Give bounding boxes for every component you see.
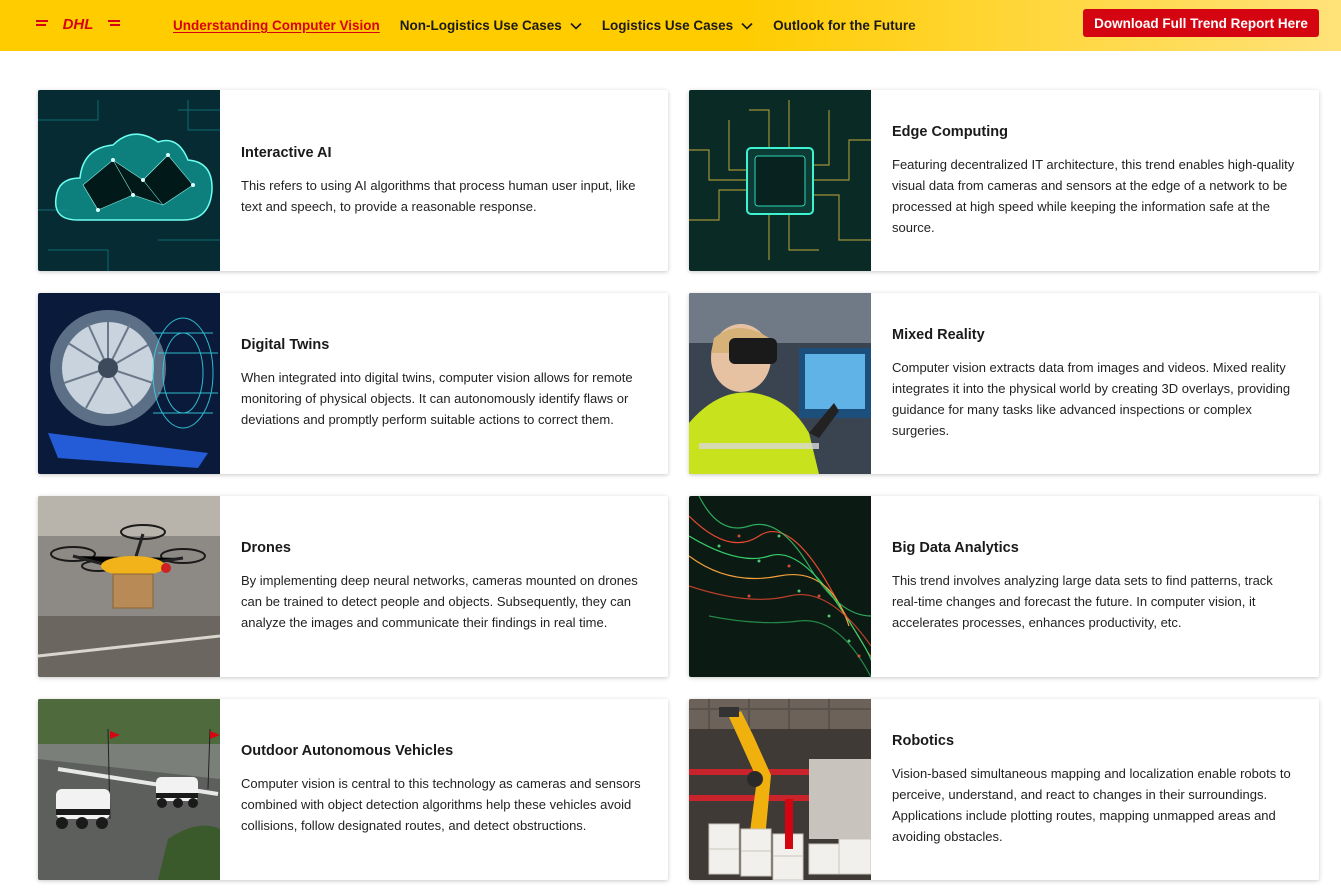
trend-card-mixed-reality[interactable]: Mixed Reality Computer vision extracts d… xyxy=(689,293,1319,474)
delivery-robots-image xyxy=(38,699,220,880)
card-description: This trend involves analyzing large data… xyxy=(892,573,1273,630)
data-waves-image xyxy=(689,496,871,677)
card-title: Mixed Reality xyxy=(892,326,985,343)
nav-label: Understanding Computer Vision xyxy=(173,18,380,33)
trend-card-digital-twins[interactable]: Digital Twins When integrated into digit… xyxy=(38,293,668,474)
dhl-logo[interactable]: DHL xyxy=(36,14,120,34)
vr-headset-worker-image xyxy=(689,293,871,474)
card-title: Drones xyxy=(241,540,291,556)
trend-card-edge-computing[interactable]: Edge Computing Featuring decentralized I… xyxy=(689,90,1319,271)
microchip-image xyxy=(689,90,871,271)
trend-card-outdoor-autonomous-vehicles[interactable]: Outdoor Autonomous Vehicles Computer vis… xyxy=(38,699,668,880)
svg-text:DHL: DHL xyxy=(63,16,94,33)
nav-understanding-computer-vision[interactable]: Understanding Computer Vision xyxy=(173,18,380,33)
chevron-down-icon xyxy=(741,22,753,30)
main-nav: Understanding Computer Vision Non-Logist… xyxy=(173,0,936,51)
trend-card-robotics[interactable]: Robotics Vision-based simultaneous mappi… xyxy=(689,699,1319,880)
card-content: Robotics Vision-based simultaneous mappi… xyxy=(871,699,1319,880)
download-trend-report-button[interactable]: Download Full Trend Report Here xyxy=(1083,9,1319,37)
card-description: This refers to using AI algorithms that … xyxy=(241,177,636,214)
card-content: Drones By implementing deep neural netwo… xyxy=(220,496,668,677)
card-title: Big Data Analytics xyxy=(892,540,1019,556)
card-description: When integrated into digital twins, comp… xyxy=(241,370,633,427)
nav-label: Non-Logistics Use Cases xyxy=(399,18,562,33)
chevron-down-icon xyxy=(570,22,582,30)
nav-outlook-for-the-future[interactable]: Outlook for the Future xyxy=(773,18,916,33)
robot-arm-warehouse-image xyxy=(689,699,871,880)
card-content: Interactive AI This refers to using AI a… xyxy=(220,90,668,271)
jet-engine-image xyxy=(38,293,220,474)
card-description: By implementing deep neural networks, ca… xyxy=(241,573,638,630)
card-title: Interactive AI xyxy=(241,144,332,161)
trend-card-interactive-ai[interactable]: Interactive AI This refers to using AI a… xyxy=(38,90,668,271)
card-title: Digital Twins xyxy=(241,337,330,353)
card-title: Robotics xyxy=(892,732,955,749)
card-description: Featuring decentralized IT architecture,… xyxy=(892,156,1295,235)
top-navigation-bar: DHL Understanding Computer Vision Non-Lo… xyxy=(0,0,1341,51)
card-description: Vision-based simultaneous mapping and lo… xyxy=(892,765,1291,844)
delivery-drone-image xyxy=(38,496,220,677)
trend-card-big-data-analytics[interactable]: Big Data Analytics This trend involves a… xyxy=(689,496,1319,677)
cloud-network-image xyxy=(38,90,220,271)
nav-label: Logistics Use Cases xyxy=(601,18,734,33)
nav-label: Outlook for the Future xyxy=(773,18,916,33)
nav-non-logistics-use-cases[interactable]: Non-Logistics Use Cases xyxy=(400,18,582,33)
card-content: Mixed Reality Computer vision extracts d… xyxy=(871,293,1319,474)
card-description: Computer vision extracts data from image… xyxy=(892,359,1291,438)
card-title: Outdoor Autonomous Vehicles xyxy=(241,743,454,759)
nav-logistics-use-cases[interactable]: Logistics Use Cases xyxy=(602,18,753,33)
card-content: Outdoor Autonomous Vehicles Computer vis… xyxy=(220,699,668,880)
card-title: Edge Computing xyxy=(892,123,1008,140)
card-content: Digital Twins When integrated into digit… xyxy=(220,293,668,474)
trend-card-drones[interactable]: Drones By implementing deep neural netwo… xyxy=(38,496,668,677)
card-content: Big Data Analytics This trend involves a… xyxy=(871,496,1319,677)
card-description: Computer vision is central to this techn… xyxy=(241,776,641,833)
card-content: Edge Computing Featuring decentralized I… xyxy=(871,90,1319,271)
